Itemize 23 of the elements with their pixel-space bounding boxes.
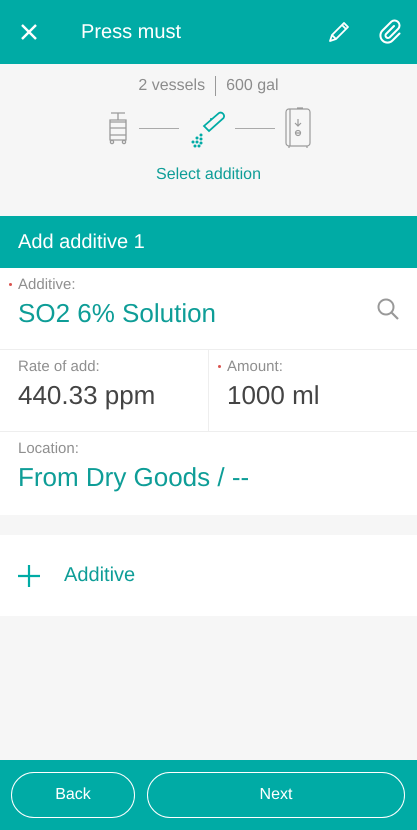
field-value[interactable]: 440.33 ppm xyxy=(18,380,198,411)
back-button[interactable]: Back xyxy=(11,772,135,818)
next-button[interactable]: Next xyxy=(147,772,405,818)
close-icon xyxy=(20,23,38,41)
section-header: Add additive 1 xyxy=(0,216,417,268)
screen-title: Press must xyxy=(81,20,182,44)
field-value[interactable]: SO2 6% Solution xyxy=(18,298,407,329)
field-value[interactable]: From Dry Goods / -- xyxy=(18,462,407,493)
vessel-count: 2 vessels xyxy=(138,77,206,95)
plus-icon xyxy=(18,564,40,586)
step-label: Select addition xyxy=(156,166,261,184)
field-value[interactable]: 1000 ml xyxy=(227,380,407,411)
field-label: Location: xyxy=(18,440,79,457)
search-icon xyxy=(377,298,399,320)
field-label: Rate of add: xyxy=(18,358,100,375)
search-button[interactable] xyxy=(377,298,399,320)
tank-icon[interactable] xyxy=(282,107,312,149)
volume-total: 600 gal xyxy=(226,77,279,95)
field-label: Additive: xyxy=(18,276,76,293)
edit-button[interactable] xyxy=(327,20,351,44)
pencil-icon xyxy=(327,20,351,44)
close-button[interactable] xyxy=(20,23,38,41)
field-label: Amount: xyxy=(227,358,283,375)
